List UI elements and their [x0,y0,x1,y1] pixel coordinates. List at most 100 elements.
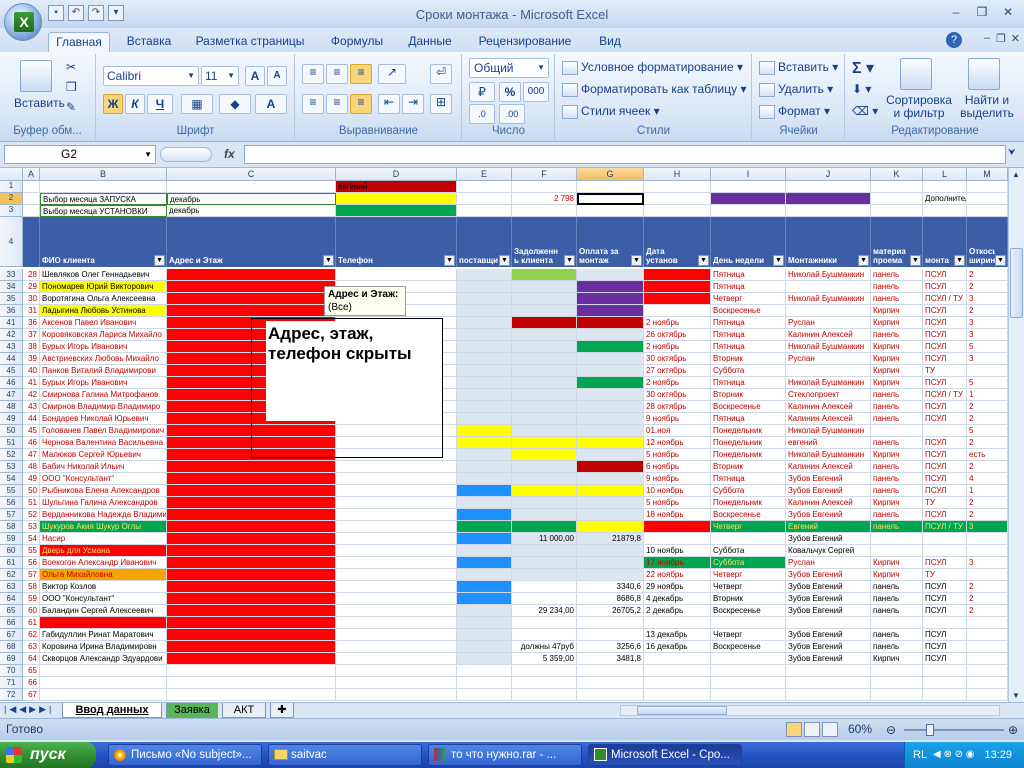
cell[interactable]: панель [871,641,923,653]
cell[interactable] [167,497,336,509]
increase-decimal-icon[interactable]: .0 [469,104,495,124]
cell[interactable] [577,305,644,317]
sheet-nav-icon[interactable]: |◀◀▶▶| [4,704,54,715]
cell[interactable]: 1 [967,485,1008,497]
cell[interactable]: ПСУЛ [923,509,967,521]
column-header[interactable]: D [336,168,457,181]
paste-button[interactable]: Вставить [14,96,65,110]
cell[interactable] [512,485,577,497]
redo-icon[interactable]: ↷ [88,5,104,21]
cell[interactable] [512,305,577,317]
insert-function-icon[interactable]: fx [224,147,235,161]
cell[interactable] [711,677,786,689]
cell[interactable]: Выбор месяца ЗАПУСКА [40,193,167,205]
cell[interactable] [167,509,336,521]
cell[interactable]: Рыбникова Елена Александров [40,485,167,497]
column-header[interactable]: M [967,168,1008,181]
cell[interactable] [512,377,577,389]
cell[interactable] [336,557,457,569]
cell[interactable]: ПСУЛ [923,353,967,365]
cell[interactable] [167,593,336,605]
column-header[interactable]: K [871,168,923,181]
cell[interactable] [967,193,1008,205]
cell[interactable]: 26705,2 [577,605,644,617]
cell[interactable]: Кирпич [871,305,923,317]
cell[interactable]: 42 [23,389,40,401]
wrap-text-icon[interactable]: ⏎ [430,64,452,84]
cell[interactable]: 4 декабрь [644,593,711,605]
cell[interactable]: Николай Бушманкин [786,269,871,281]
cell[interactable]: 40 [23,365,40,377]
cell[interactable] [457,485,512,497]
cell[interactable]: 28 [23,269,40,281]
cell[interactable]: Смирнова Галина Митрофанов [40,389,167,401]
cell[interactable] [923,689,967,701]
cell[interactable]: ПСУЛ [923,581,967,593]
cell[interactable]: 53 [23,521,40,533]
cell[interactable]: панель [871,593,923,605]
cell[interactable] [577,205,644,217]
cell[interactable] [577,473,644,485]
cell[interactable] [577,689,644,701]
cell[interactable]: ПСУЛ [923,377,967,389]
cell[interactable]: Суббота [711,545,786,557]
cell[interactable] [457,341,512,353]
cell[interactable] [512,473,577,485]
row-header[interactable]: 49 [0,413,23,425]
row-header[interactable]: 46 [0,377,23,389]
cell[interactable] [871,193,923,205]
cell[interactable] [457,629,512,641]
cell[interactable] [786,181,871,193]
cell[interactable]: 49 [23,473,40,485]
cell[interactable]: 36 [23,317,40,329]
cell[interactable]: Верданникова Надежда Владими [40,509,167,521]
cell[interactable]: Малюков Сергей Юрьевич [40,449,167,461]
close-button[interactable]: ✕ [996,3,1020,21]
cell[interactable] [577,353,644,365]
cell[interactable]: Воскресенье [711,605,786,617]
cell[interactable] [577,437,644,449]
cell[interactable]: 12 ноябрь [644,437,711,449]
tab-data[interactable]: Данные [400,32,460,52]
cell[interactable] [336,521,457,533]
cell[interactable]: Николай Бушманкин [786,341,871,353]
sort-filter-icon[interactable] [900,58,932,90]
cell[interactable]: Зубов Евгений [786,485,871,497]
cell[interactable] [167,473,336,485]
cell[interactable] [457,473,512,485]
decrease-indent-icon[interactable]: ⇤ [378,94,400,114]
cell[interactable] [577,425,644,437]
cell[interactable] [457,413,512,425]
cell[interactable] [967,569,1008,581]
cell[interactable] [871,677,923,689]
cell[interactable] [167,181,336,193]
cell[interactable] [577,377,644,389]
cell[interactable]: 62 [23,629,40,641]
cell[interactable]: Аксенов Павел Иванович [40,317,167,329]
cell[interactable] [786,281,871,293]
cell[interactable]: 66 [23,677,40,689]
row-header[interactable]: 42 [0,329,23,341]
row-header[interactable]: 41 [0,317,23,329]
cell[interactable]: панель [871,461,923,473]
cell[interactable]: панель [871,437,923,449]
cell[interactable]: Коровяковская Лариса Михайло [40,329,167,341]
cell[interactable] [577,269,644,281]
new-sheet-icon[interactable]: ✚ [270,703,294,718]
cell[interactable]: ПСУЛ [923,449,967,461]
cell[interactable]: 3 [967,353,1008,365]
cell[interactable] [923,545,967,557]
cell[interactable]: 59 [23,593,40,605]
cell[interactable] [577,293,644,305]
cell[interactable]: Вторник [711,461,786,473]
align-left-icon[interactable]: ≡ [302,94,324,114]
cell[interactable] [577,545,644,557]
cell[interactable] [167,485,336,497]
cell[interactable] [457,569,512,581]
cell[interactable]: панель [871,281,923,293]
cell[interactable]: ПСУЛ / ТУ [923,293,967,305]
cell[interactable] [167,569,336,581]
cell[interactable] [336,665,457,677]
worksheet-grid[interactable]: A B C D E F G H I J K L M 1 евгений 2 Выбор месяца ЗАПУС… [0,168,1008,702]
cell[interactable]: Зубов Евгений [786,473,871,485]
